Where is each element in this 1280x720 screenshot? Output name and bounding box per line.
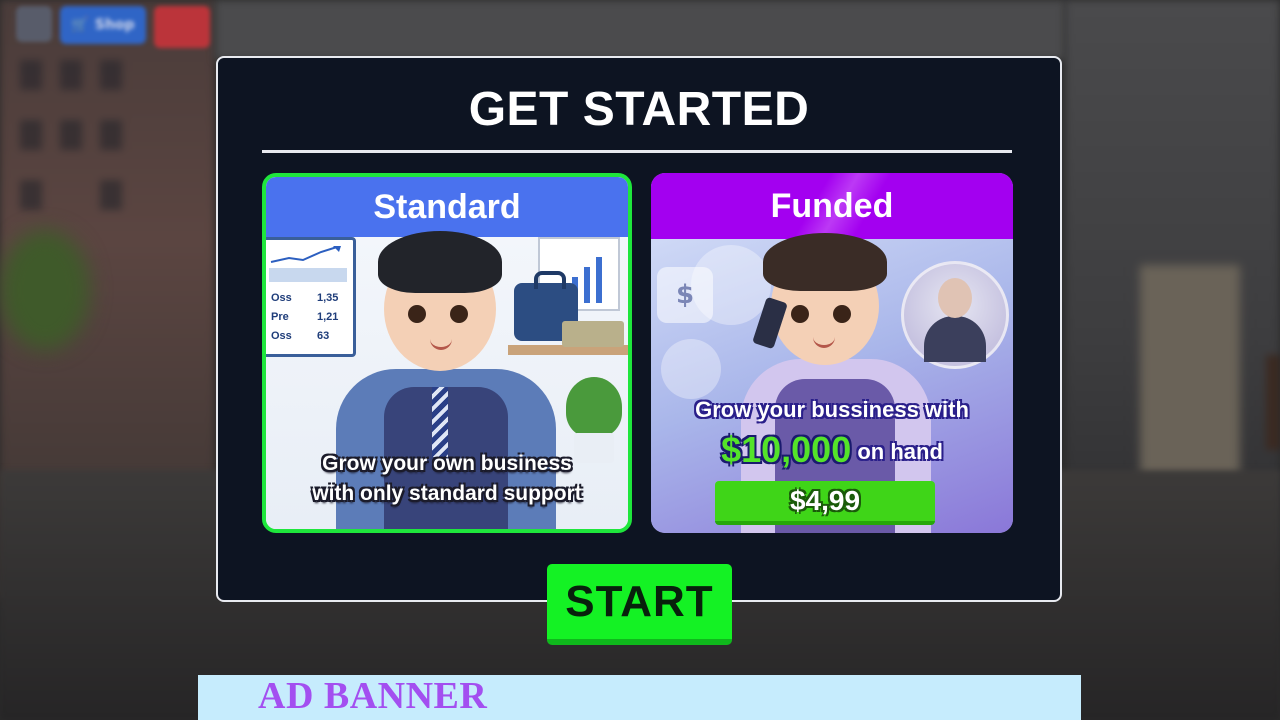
background-tree bbox=[0, 230, 90, 350]
funded-illustration: $ Grow your bussiness with $10,000 on ha… bbox=[651, 233, 1013, 533]
funded-amount-suffix: on hand bbox=[857, 439, 943, 464]
plant-icon bbox=[566, 377, 622, 437]
ad-banner[interactable]: AD BANNER bbox=[198, 675, 1081, 720]
dollar-icon: $ bbox=[657, 267, 713, 323]
background-sky bbox=[215, 0, 1065, 60]
funded-option-card[interactable]: Funded $ Grow your bussiness with $10,00… bbox=[651, 173, 1013, 533]
cart-icon: 🛒 bbox=[71, 17, 89, 33]
bubble-decoration bbox=[661, 339, 721, 399]
promo-button[interactable] bbox=[154, 6, 210, 48]
funded-description: Grow your bussiness with bbox=[695, 397, 969, 422]
start-button[interactable]: START bbox=[547, 564, 732, 645]
hud-bar: 🛒 Shop bbox=[16, 6, 210, 48]
cash-stack-icon bbox=[562, 321, 624, 347]
shop-label: Shop bbox=[94, 17, 135, 33]
price-label: $4,99 bbox=[789, 485, 861, 516]
standard-option-card[interactable]: Standard Oss 1,35 Pre 1,21 Oss 63 Grow y… bbox=[262, 173, 632, 533]
funded-amount: $10,000 bbox=[721, 429, 852, 470]
get-started-modal: GET STARTED Standard Oss 1,35 Pre 1,21 Oss… bbox=[216, 56, 1062, 602]
title-divider bbox=[262, 150, 1012, 153]
standard-illustration: Oss 1,35 Pre 1,21 Oss 63 Grow your own b… bbox=[266, 231, 628, 529]
menu-button[interactable] bbox=[16, 6, 52, 42]
standard-description: Grow your own business with only standar… bbox=[312, 452, 582, 505]
funded-amount-line: $10,000 on hand bbox=[651, 429, 1013, 471]
modal-title: GET STARTED bbox=[468, 83, 810, 136]
funded-card-title: Funded bbox=[651, 173, 1013, 239]
shop-button[interactable]: 🛒 Shop bbox=[60, 6, 146, 44]
standard-card-title: Standard bbox=[266, 177, 628, 237]
ad-banner-label: AD BANNER bbox=[258, 675, 488, 717]
funded-price-button[interactable]: $4,99 bbox=[715, 481, 935, 525]
